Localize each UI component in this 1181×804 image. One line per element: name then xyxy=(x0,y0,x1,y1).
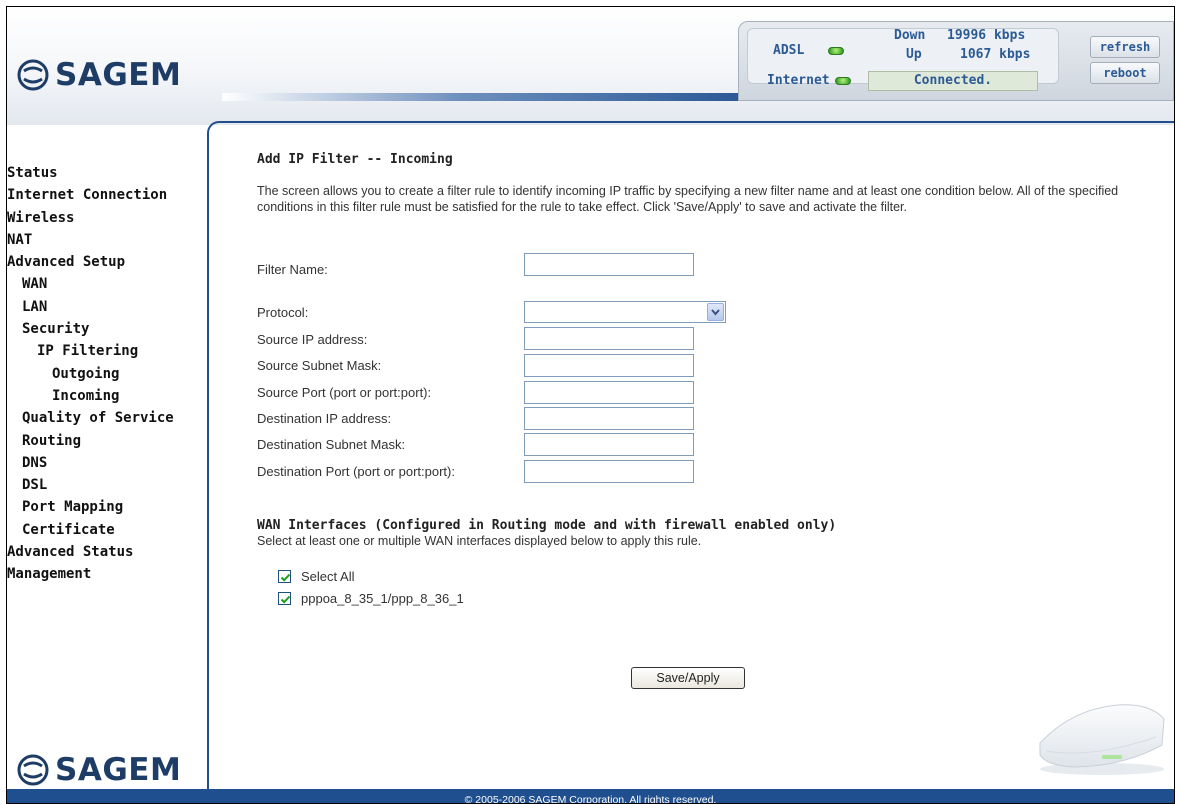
sidebar-item[interactable]: Internet Connection xyxy=(7,184,212,206)
destination-ip-input[interactable] xyxy=(524,407,694,430)
sidebar-nav: Status Internet Connection Wireless NAT … xyxy=(7,162,212,586)
source-ip-input[interactable] xyxy=(524,327,694,350)
wan-interface-checkbox[interactable] xyxy=(278,592,291,605)
up-rate: 1067 kbps xyxy=(960,47,1031,62)
sidebar-item[interactable]: Status xyxy=(7,162,212,184)
logo-text: SAGEM xyxy=(55,752,182,788)
logo-text: SAGEM xyxy=(55,57,182,93)
page-description: The screen allows you to create a filter… xyxy=(257,184,1119,214)
sagem-logo-icon xyxy=(17,59,49,91)
source-subnet-input[interactable] xyxy=(524,354,694,377)
down-rate: 19996 kbps xyxy=(947,28,1026,43)
chevron-down-icon[interactable] xyxy=(707,303,724,321)
source-subnet-label: Source Subnet Mask: xyxy=(257,358,382,373)
internet-led-icon xyxy=(835,77,851,85)
sidebar-item[interactable]: Wireless xyxy=(7,207,212,229)
sidebar-item[interactable]: DNS xyxy=(7,452,212,474)
sidebar-item[interactable]: IP Filtering xyxy=(7,340,212,362)
wan-interfaces-title: WAN Interfaces (Configured in Routing mo… xyxy=(257,518,837,533)
sidebar-item[interactable]: Incoming xyxy=(7,385,212,407)
sidebar-item[interactable]: Management xyxy=(7,563,212,585)
connection-status: Connected. xyxy=(868,71,1038,91)
sagem-logo-icon xyxy=(17,754,49,786)
sidebar-item[interactable]: Advanced Setup xyxy=(7,251,212,273)
filter-name-label: Filter Name: xyxy=(257,262,328,277)
sidebar-item[interactable]: Routing xyxy=(7,430,212,452)
header: SAGEM ADSL Down 19996 kbps Up 1067 kbps … xyxy=(7,7,1174,125)
up-label: Up xyxy=(906,47,922,62)
page-title: Add IP Filter -- Incoming xyxy=(257,152,453,167)
sidebar-item[interactable]: NAT xyxy=(7,229,212,251)
sidebar-item[interactable]: Port Mapping xyxy=(7,496,212,518)
source-port-label: Source Port (port or port:port): xyxy=(257,385,432,400)
router-admin-page: SAGEM ADSL Down 19996 kbps Up 1067 kbps … xyxy=(6,6,1175,804)
reboot-button[interactable]: reboot xyxy=(1090,62,1160,84)
sidebar-item[interactable]: Quality of Service xyxy=(7,407,212,429)
sidebar-item[interactable]: LAN xyxy=(7,296,212,318)
protocol-label: Protocol: xyxy=(257,305,309,320)
sagem-logo-footer: SAGEM xyxy=(17,752,181,788)
select-all-checkbox[interactable] xyxy=(278,570,291,583)
source-port-input[interactable] xyxy=(524,381,694,404)
source-ip-label: Source IP address: xyxy=(257,332,368,347)
sidebar-item[interactable]: DSL xyxy=(7,474,212,496)
down-label: Down xyxy=(894,28,926,43)
wan-interface-row: pppoa_8_35_1/ppp_8_36_1 xyxy=(278,591,464,606)
adsl-led-icon xyxy=(828,47,844,55)
adsl-label: ADSL xyxy=(773,43,805,58)
internet-label: Internet xyxy=(767,73,830,88)
refresh-button[interactable]: refresh xyxy=(1090,36,1160,58)
sidebar-item[interactable]: WAN xyxy=(7,273,212,295)
sagem-logo: SAGEM xyxy=(17,57,181,93)
footer-copyright: © 2005-2006 SAGEM Corporation. All right… xyxy=(7,789,1174,803)
wan-interface-label: pppoa_8_35_1/ppp_8_36_1 xyxy=(301,591,464,606)
save-apply-button[interactable]: Save/Apply xyxy=(631,667,745,689)
select-all-row: Select All xyxy=(278,569,354,584)
destination-subnet-label: Destination Subnet Mask: xyxy=(257,437,406,452)
sidebar-item[interactable]: Security xyxy=(7,318,212,340)
destination-ip-label: Destination IP address: xyxy=(257,411,392,426)
sidebar-item[interactable]: Outgoing xyxy=(7,363,212,385)
sidebar-item[interactable]: Certificate xyxy=(7,519,212,541)
destination-port-input[interactable] xyxy=(524,460,694,483)
wan-interfaces-subtitle: Select at least one or multiple WAN inte… xyxy=(257,534,702,548)
destination-subnet-input[interactable] xyxy=(524,433,694,456)
sidebar-item[interactable]: Advanced Status xyxy=(7,541,212,563)
filter-name-input[interactable] xyxy=(524,253,694,276)
protocol-select[interactable] xyxy=(524,301,726,323)
select-all-label: Select All xyxy=(301,569,355,584)
modem-image xyxy=(1032,697,1172,781)
destination-port-label: Destination Port (port or port:port): xyxy=(257,464,455,479)
